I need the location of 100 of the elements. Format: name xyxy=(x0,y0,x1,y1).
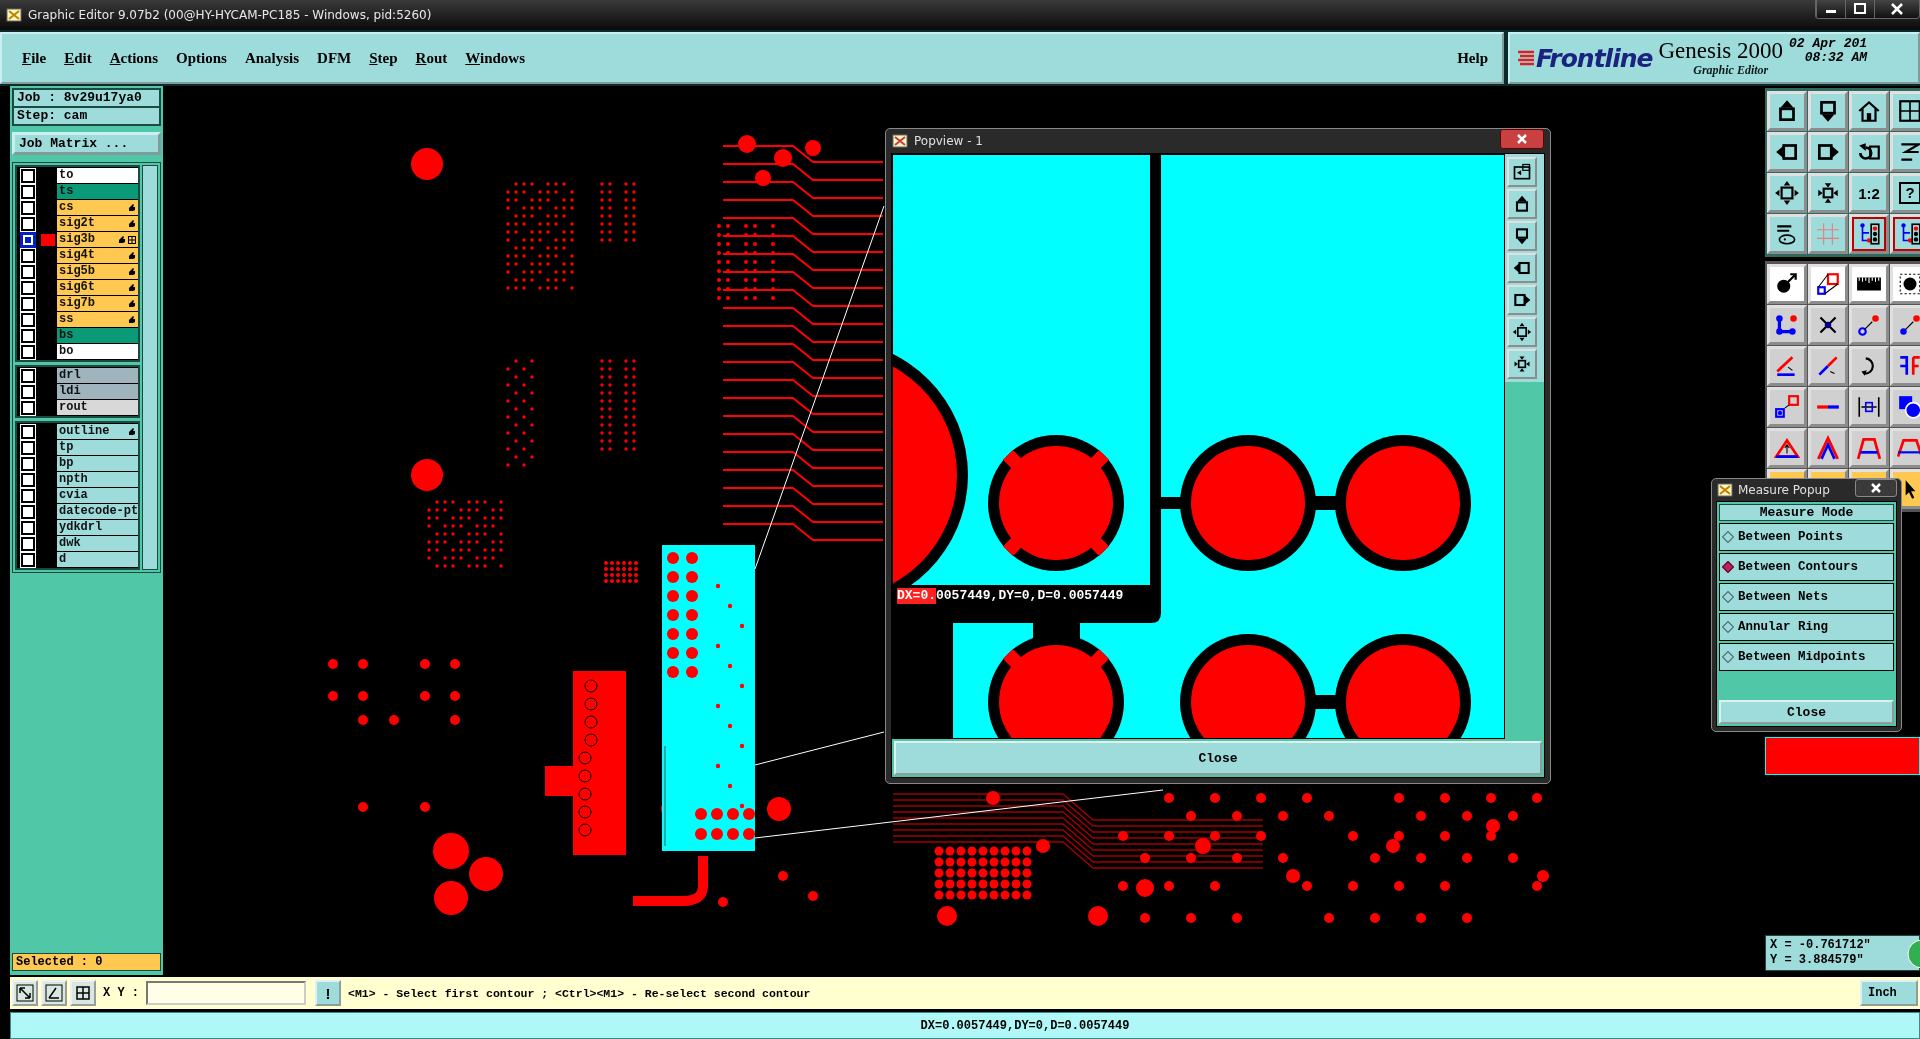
layer-checkbox[interactable] xyxy=(21,264,35,279)
chevron-icon[interactable] xyxy=(1808,428,1848,468)
arch-icon[interactable] xyxy=(1849,428,1889,468)
close-icon[interactable] xyxy=(1874,0,1919,18)
dotted-square-icon[interactable] xyxy=(1890,264,1920,304)
alert-button[interactable]: ! xyxy=(315,980,341,1006)
expand-icon[interactable] xyxy=(1507,317,1537,347)
layer-checkbox[interactable] xyxy=(21,200,35,215)
layer-checkbox[interactable] xyxy=(21,248,35,263)
layer-checkbox[interactable] xyxy=(21,280,35,295)
xy-input-field[interactable] xyxy=(146,981,306,1005)
box-arrow-up-icon[interactable] xyxy=(1767,91,1807,131)
layer-name[interactable]: sig6t xyxy=(57,280,138,295)
zigzag-icon[interactable] xyxy=(1890,132,1920,172)
layer-checkbox[interactable] xyxy=(21,552,35,567)
box-arrow-up-icon[interactable] xyxy=(1507,189,1537,219)
layer-name[interactable]: tp xyxy=(57,440,138,455)
minimize-icon[interactable] xyxy=(1816,0,1845,18)
circuit-icon[interactable] xyxy=(1890,214,1920,254)
tools-icon[interactable] xyxy=(1767,214,1807,254)
layer-name[interactable]: d xyxy=(57,552,138,567)
menu-item[interactable]: Options xyxy=(176,49,227,67)
layer-checkbox[interactable] xyxy=(21,384,35,399)
close-button[interactable]: Close xyxy=(894,741,1542,775)
layer-name[interactable]: bp xyxy=(57,456,138,471)
line-segment-icon[interactable] xyxy=(1808,387,1848,427)
layer-name[interactable]: dwk xyxy=(57,536,138,551)
menu-item[interactable]: Step xyxy=(369,49,398,67)
menu-item[interactable]: Rout xyxy=(415,49,448,67)
nodes-icon[interactable] xyxy=(1767,305,1807,345)
layer-checkbox[interactable] xyxy=(21,368,35,383)
layer-name[interactable]: sig5b xyxy=(57,264,138,279)
layer-checkbox[interactable] xyxy=(21,216,35,231)
menu-item[interactable]: Analysis xyxy=(244,49,300,67)
box-arrow-right-icon[interactable] xyxy=(1507,285,1537,315)
layer-checkbox[interactable] xyxy=(21,456,35,471)
trapezoid-icon[interactable] xyxy=(1890,428,1920,468)
point-to-point-icon[interactable] xyxy=(1890,305,1920,345)
layer-checkbox[interactable] xyxy=(21,536,35,551)
ruler-icon[interactable] xyxy=(1849,264,1889,304)
layer-name[interactable]: to xyxy=(57,168,138,183)
layer-name[interactable]: npth xyxy=(57,472,138,487)
layer-name[interactable]: datecode-pt xyxy=(57,504,138,519)
measure-option[interactable]: Between Nets xyxy=(1719,583,1894,611)
layer-name[interactable]: rout xyxy=(57,400,138,415)
scale-button[interactable]: 1:2 xyxy=(1849,173,1889,213)
box-arrow-left-icon[interactable] xyxy=(1767,132,1807,172)
measure-option[interactable]: Between Points xyxy=(1719,523,1894,551)
help-button[interactable]: ? xyxy=(1890,173,1920,213)
close-icon[interactable] xyxy=(1500,129,1544,149)
undo-icon[interactable] xyxy=(1849,132,1889,172)
layer-checkbox[interactable] xyxy=(21,312,35,327)
layer-name[interactable]: ts xyxy=(57,184,138,199)
layer-checkbox[interactable] xyxy=(21,504,35,519)
layer-checkbox[interactable] xyxy=(21,520,35,535)
expand-icon[interactable] xyxy=(1767,173,1807,213)
layer-name[interactable]: ss xyxy=(57,312,138,327)
menu-item[interactable]: DFM xyxy=(317,49,352,67)
layer-name[interactable]: bs xyxy=(57,328,138,343)
layer-checkbox[interactable] xyxy=(21,328,35,343)
layer-checkbox[interactable] xyxy=(21,424,35,439)
house-icon[interactable] xyxy=(1849,91,1889,131)
angle-measure-icon[interactable] xyxy=(41,980,67,1006)
layer-checkbox[interactable] xyxy=(21,296,35,311)
measure-option[interactable]: Annular Ring xyxy=(1719,613,1894,641)
close-icon[interactable] xyxy=(1855,479,1897,497)
layer-name[interactable]: sig4t xyxy=(57,248,138,263)
close-button[interactable]: Close xyxy=(1719,700,1894,724)
layer-name[interactable]: drl xyxy=(57,368,138,383)
grid-snap-icon[interactable] xyxy=(70,980,96,1006)
layer-checkbox[interactable] xyxy=(21,232,35,247)
maximize-icon[interactable] xyxy=(1845,0,1874,18)
squares-icon[interactable] xyxy=(1808,264,1848,304)
box-arrow-down-icon[interactable] xyxy=(1808,91,1848,131)
menu-item[interactable]: Actions xyxy=(109,49,159,67)
measure-option[interactable]: Between Midpoints xyxy=(1719,643,1894,671)
rotate-icon[interactable] xyxy=(1849,346,1889,386)
angle-icon[interactable] xyxy=(1767,346,1807,386)
width-icon[interactable] xyxy=(1849,387,1889,427)
measure-option[interactable]: Between Contours xyxy=(1719,553,1894,581)
units-button[interactable]: Inch xyxy=(1860,980,1918,1006)
layer-checkbox[interactable] xyxy=(21,400,35,415)
contract-icon[interactable] xyxy=(1808,173,1848,213)
layer-checkbox[interactable] xyxy=(21,184,35,199)
layer-checkbox[interactable] xyxy=(21,168,35,183)
circuit-icon[interactable] xyxy=(1849,214,1889,254)
layer-name[interactable]: bo xyxy=(57,344,138,359)
menu-item[interactable]: Edit xyxy=(64,49,92,67)
box-arrow-left-icon[interactable] xyxy=(1507,253,1537,283)
help-menu[interactable]: Help xyxy=(1457,49,1488,67)
layer-checkbox[interactable] xyxy=(21,344,35,359)
contract-icon[interactable] xyxy=(1507,349,1537,379)
job-matrix-button[interactable]: Job Matrix ... xyxy=(12,132,161,155)
layer-name[interactable]: sig2t xyxy=(57,216,138,231)
layer-checkbox[interactable] xyxy=(21,440,35,455)
shapes-icon[interactable] xyxy=(1890,387,1920,427)
box-arrow-down-icon[interactable] xyxy=(1507,221,1537,251)
layer-name[interactable]: sig7b xyxy=(57,296,138,311)
menu-item[interactable]: Windows xyxy=(465,49,526,67)
layer-name[interactable]: cvia xyxy=(57,488,138,503)
